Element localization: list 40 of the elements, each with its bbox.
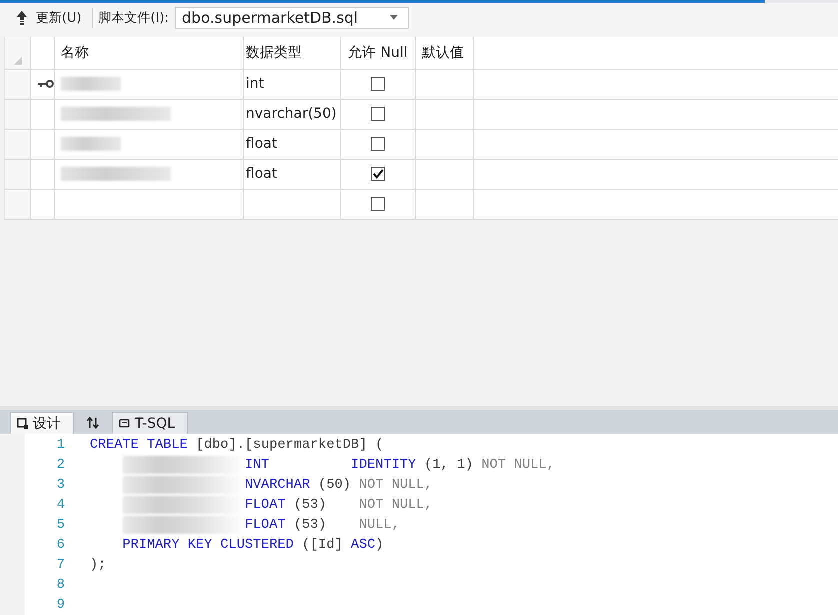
code-line: FLOAT (53) NOT NULL, — [90, 496, 433, 514]
allow-null-checkbox[interactable] — [371, 107, 385, 122]
data-type-cell: nvarchar(50) — [246, 106, 337, 122]
up-arrow-icon — [16, 10, 28, 26]
script-file-label: 脚本文件(I): — [98, 10, 170, 27]
allow-null-checkbox[interactable] — [371, 167, 385, 182]
line-number: 4 — [56, 498, 65, 512]
line-number: 3 — [56, 478, 65, 492]
line-number: 1 — [56, 438, 65, 452]
line-number: 7 — [56, 558, 65, 572]
data-type-cell: float — [246, 136, 278, 152]
column-header: 数据类型 — [244, 36, 341, 69]
script-icon — [119, 418, 130, 429]
code-line: CREATE TABLE [dbo].[supermarketDB] ( — [90, 438, 384, 452]
corner-triangle-icon — [14, 56, 22, 65]
line-number: 8 — [56, 578, 65, 592]
data-type-cell: int — [246, 76, 264, 92]
code-line: FLOAT (53) NULL, — [90, 516, 400, 534]
script-file-dropdown[interactable]: dbo.supermarketDB.sql — [175, 6, 410, 29]
design-tab[interactable]: 设计 — [10, 412, 74, 434]
data-type-cell: float — [246, 166, 278, 182]
code-line: ); — [90, 558, 106, 572]
tsql-tab[interactable]: T-SQL — [112, 412, 188, 434]
allow-null-checkbox[interactable] — [371, 197, 385, 212]
column-header: 默认值 — [416, 36, 474, 69]
code-line: NVARCHAR (50) NOT NULL, — [90, 476, 433, 494]
line-number: 5 — [56, 518, 65, 532]
line-number: 2 — [56, 458, 65, 472]
swap-arrows-icon — [87, 417, 99, 429]
allow-null-checkbox[interactable] — [371, 77, 385, 92]
allow-null-checkbox[interactable] — [371, 137, 385, 152]
update-button[interactable]: 更新(U) — [12, 6, 86, 29]
code-line: PRIMARY KEY CLUSTERED ([Id] ASC) — [122, 538, 384, 552]
column-header: 允许 Null — [341, 36, 416, 69]
line-number: 6 — [56, 538, 65, 552]
line-number: 9 — [56, 598, 65, 612]
design-icon — [17, 418, 28, 429]
code-line: INT IDENTITY (1, 1) NOT NULL, — [90, 456, 555, 474]
dropdown-caret-icon — [390, 15, 398, 20]
column-header: 名称 — [55, 36, 244, 69]
